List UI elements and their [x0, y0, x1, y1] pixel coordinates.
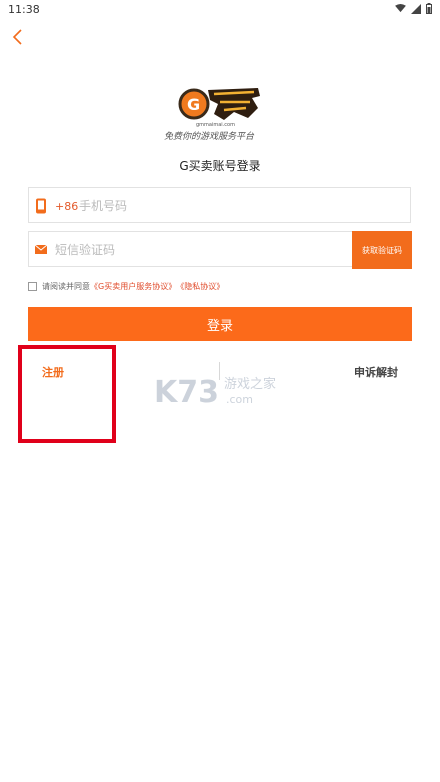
page-title: G买卖账号登录 [179, 159, 261, 173]
agreement-checkbox[interactable] [28, 282, 37, 291]
privacy-link[interactable]: 《隐私协议》 [176, 281, 224, 292]
watermark-logo: K73 游戏之家 .com [154, 372, 284, 410]
battery-icon [426, 3, 432, 14]
svg-text:gmmaimai.com: gmmaimai.com [196, 122, 235, 128]
agreement-row: 请阅读并同意 《G买卖用户服务协议》 《隐私协议》 [28, 281, 224, 292]
status-icons [395, 3, 432, 14]
highlight-box [18, 345, 116, 443]
country-code: +86 [55, 200, 79, 213]
appeal-unblock-link[interactable]: 申诉解封 [354, 364, 398, 380]
back-button[interactable] [8, 26, 30, 48]
app-logo: G gmmaimai.com [174, 82, 270, 154]
watermark-sub: 游戏之家 [224, 376, 276, 392]
phone-icon [36, 198, 46, 214]
sms-code-input[interactable] [55, 242, 345, 258]
logo-caption: 免费你的游戏服务平台 [164, 132, 255, 142]
watermark-brand: K73 [154, 375, 219, 408]
phone-field: +86 [28, 187, 411, 223]
signal-icon [411, 3, 421, 14]
watermark-domain: .com [226, 393, 253, 406]
svg-text:G: G [187, 95, 200, 114]
status-bar: 11:38 [0, 0, 440, 20]
back-arrow-icon [12, 29, 22, 45]
get-code-button[interactable]: 获取验证码 [352, 231, 412, 269]
login-button[interactable]: 登录 [28, 307, 412, 341]
terms-link[interactable]: 《G买卖用户服务协议》 [90, 281, 176, 292]
agreement-text: 请阅读并同意 [42, 282, 90, 291]
phone-input[interactable] [79, 198, 399, 214]
sms-code-field: 获取验证码 [28, 231, 412, 269]
mail-icon [35, 245, 47, 254]
wifi-icon [395, 4, 406, 13]
status-time: 11:38 [8, 3, 40, 16]
